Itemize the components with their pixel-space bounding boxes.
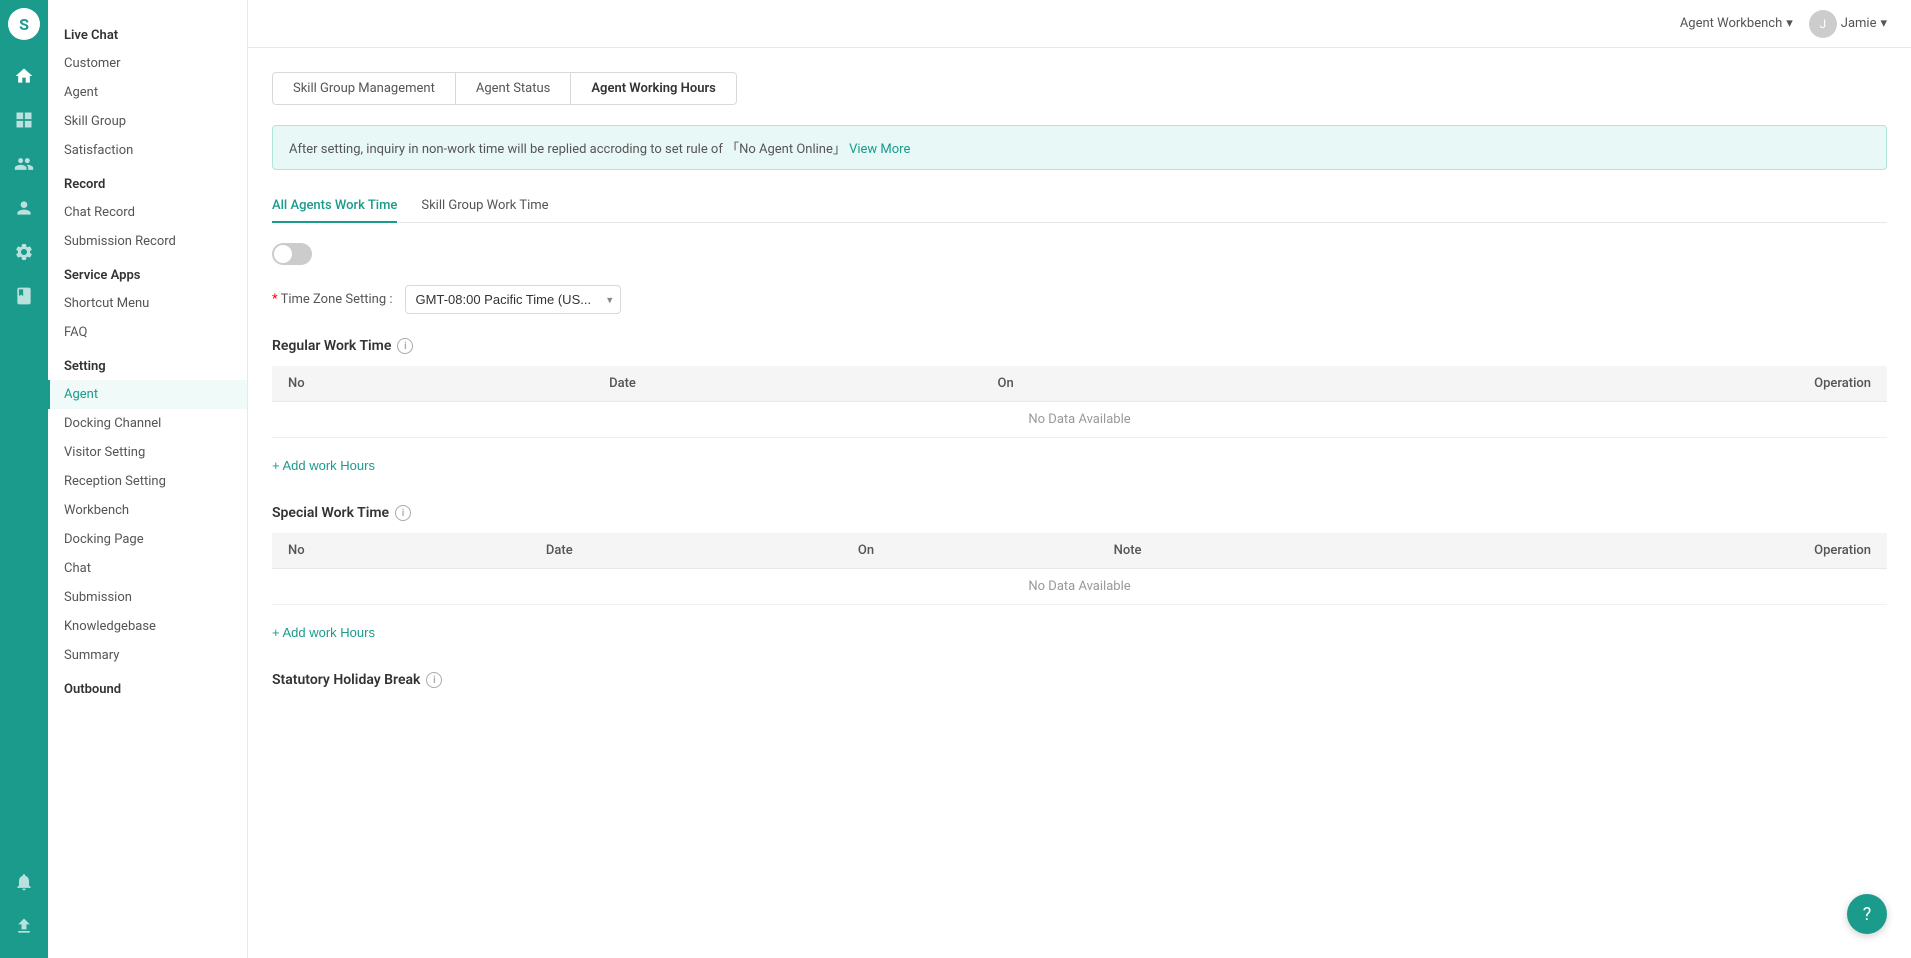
special-col-note-header: Note <box>1098 533 1416 569</box>
toggle-row <box>272 243 1887 265</box>
timezone-label-text: Time Zone Setting : <box>281 292 393 307</box>
nav-item-summary[interactable]: Summary <box>48 641 247 670</box>
nav-section-live-chat: Live Chat <box>48 16 247 49</box>
user-dropdown-arrow: ▾ <box>1880 16 1887 31</box>
nav-section-outbound: Outbound <box>48 670 247 703</box>
nav-section-service-apps: Service Apps <box>48 256 247 289</box>
regular-add-work-hours-btn[interactable]: + Add work Hours <box>272 450 375 481</box>
special-work-time-title: Special Work Time i <box>272 505 1887 521</box>
workbench-dropdown-arrow: ▾ <box>1786 16 1793 31</box>
special-col-no-header: No <box>272 533 530 569</box>
regular-work-time-info-icon[interactable]: i <box>397 338 413 354</box>
nav-item-customer[interactable]: Customer <box>48 49 247 78</box>
info-banner-text: After setting, inquiry in non-work time … <box>289 142 846 157</box>
nav-icon-settings[interactable] <box>4 232 44 272</box>
col-no-header: No <box>272 366 593 402</box>
nav-item-reception-setting[interactable]: Reception Setting <box>48 467 247 496</box>
statutory-holiday-info-icon[interactable]: i <box>426 672 442 688</box>
timezone-row: * Time Zone Setting : GMT-08:00 Pacific … <box>272 285 1887 314</box>
col-date-header: Date <box>593 366 981 402</box>
regular-work-time-section: Regular Work Time i No Date On Operation… <box>272 338 1887 481</box>
nav-sidebar: Live Chat Customer Agent Skill Group Sat… <box>48 0 248 958</box>
nav-item-faq[interactable]: FAQ <box>48 318 247 347</box>
nav-icon-users[interactable] <box>4 144 44 184</box>
workbench-dropdown[interactable]: Agent Workbench ▾ <box>1680 16 1793 31</box>
nav-item-docking-channel[interactable]: Docking Channel <box>48 409 247 438</box>
regular-no-data: No Data Available <box>272 402 1887 438</box>
work-time-toggle[interactable] <box>272 243 312 265</box>
special-work-time-info-icon[interactable]: i <box>395 505 411 521</box>
main-content: Agent Workbench ▾ J Jamie ▾ Skill Group … <box>248 0 1911 958</box>
special-col-operation-header: Operation <box>1415 533 1887 569</box>
nav-icon-bell[interactable] <box>4 862 44 902</box>
timezone-required: * <box>272 292 278 307</box>
info-banner: After setting, inquiry in non-work time … <box>272 125 1887 170</box>
special-add-work-hours-btn[interactable]: + Add work Hours <box>272 617 375 648</box>
col-on-header: On <box>982 366 1300 402</box>
user-name: Jamie <box>1841 16 1877 31</box>
special-work-time-table: No Date On Note Operation No Data Availa… <box>272 533 1887 605</box>
nav-item-submission-record[interactable]: Submission Record <box>48 227 247 256</box>
timezone-select[interactable]: GMT-08:00 Pacific Time (US... <box>405 285 621 314</box>
nav-icon-book[interactable] <box>4 276 44 316</box>
app-logo[interactable]: S <box>8 8 40 40</box>
user-dropdown[interactable]: J Jamie ▾ <box>1809 10 1887 38</box>
header-actions: Agent Workbench ▾ J Jamie ▾ <box>1680 10 1887 38</box>
nav-icon-person[interactable] <box>4 188 44 228</box>
sub-tabs: All Agents Work Time Skill Group Work Ti… <box>272 190 1887 223</box>
nav-item-knowledgebase[interactable]: Knowledgebase <box>48 612 247 641</box>
user-avatar: J <box>1809 10 1837 38</box>
top-header: Agent Workbench ▾ J Jamie ▾ <box>248 0 1911 48</box>
sub-tab-all-agents[interactable]: All Agents Work Time <box>272 190 397 223</box>
col-operation-header: Operation <box>1300 366 1887 402</box>
regular-work-time-table: No Date On Operation No Data Available <box>272 366 1887 438</box>
info-banner-link[interactable]: View More <box>849 142 910 157</box>
nav-item-submission[interactable]: Submission <box>48 583 247 612</box>
statutory-holiday-section: Statutory Holiday Break i <box>272 672 1887 688</box>
regular-work-time-title: Regular Work Time i <box>272 338 1887 354</box>
tab-agent-status[interactable]: Agent Status <box>455 72 572 105</box>
nav-item-agent-setting[interactable]: Agent <box>48 380 247 409</box>
nav-item-visitor-setting[interactable]: Visitor Setting <box>48 438 247 467</box>
special-work-time-section: Special Work Time i No Date On Note Oper… <box>272 505 1887 648</box>
timezone-select-wrapper[interactable]: GMT-08:00 Pacific Time (US... <box>405 285 621 314</box>
tab-skill-group-management[interactable]: Skill Group Management <box>272 72 456 105</box>
nav-item-satisfaction[interactable]: Satisfaction <box>48 136 247 165</box>
special-col-date-header: Date <box>530 533 842 569</box>
nav-item-chat-record[interactable]: Chat Record <box>48 198 247 227</box>
nav-item-workbench[interactable]: Workbench <box>48 496 247 525</box>
nav-item-agent[interactable]: Agent <box>48 78 247 107</box>
nav-icon-home[interactable] <box>4 56 44 96</box>
nav-item-skill-group[interactable]: Skill Group <box>48 107 247 136</box>
content-area: Skill Group Management Agent Status Agen… <box>248 48 1911 958</box>
nav-item-chat[interactable]: Chat <box>48 554 247 583</box>
workbench-label: Agent Workbench <box>1680 16 1782 31</box>
nav-section-record: Record <box>48 165 247 198</box>
timezone-label: * Time Zone Setting : <box>272 292 393 307</box>
tab-bar: Skill Group Management Agent Status Agen… <box>272 72 1887 105</box>
special-no-data: No Data Available <box>272 569 1887 605</box>
nav-icon-grid[interactable] <box>4 100 44 140</box>
icon-sidebar: S <box>0 0 48 958</box>
nav-icon-upload[interactable] <box>4 906 44 946</box>
nav-section-setting: Setting <box>48 347 247 380</box>
nav-item-docking-page[interactable]: Docking Page <box>48 525 247 554</box>
statutory-holiday-title: Statutory Holiday Break i <box>272 672 1887 688</box>
nav-item-shortcut-menu[interactable]: Shortcut Menu <box>48 289 247 318</box>
help-button[interactable]: ? <box>1847 894 1887 934</box>
sub-tab-skill-group[interactable]: Skill Group Work Time <box>421 190 548 223</box>
tab-agent-working-hours[interactable]: Agent Working Hours <box>570 72 736 105</box>
special-col-on-header: On <box>842 533 1098 569</box>
